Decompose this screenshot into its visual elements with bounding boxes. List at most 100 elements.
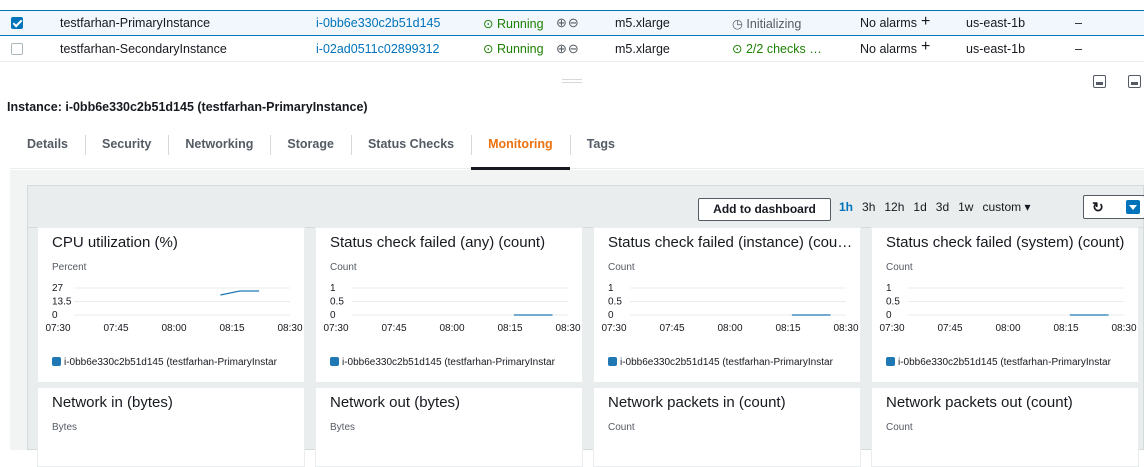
metric-unit: Count — [608, 422, 635, 433]
metric-unit: Bytes — [330, 422, 356, 433]
tab-networking[interactable]: Networking — [168, 121, 270, 169]
legend-item[interactable]: i-0bb6e330c2b51d145 (testfarhan-PrimaryI… — [52, 357, 300, 368]
instance-name: testfarhan-PrimaryInstance — [60, 16, 211, 30]
public-ip: – — [1075, 41, 1082, 56]
range-3h[interactable]: 3h — [862, 200, 875, 214]
tab-security[interactable]: Security — [85, 121, 168, 169]
x-tick-label: 08:15 — [219, 323, 244, 334]
tab-details[interactable]: Details — [10, 121, 85, 169]
plus-icon[interactable]: + — [921, 38, 930, 56]
row-checkbox[interactable] — [11, 17, 23, 29]
legend-item[interactable]: i-0bb6e330c2b51d145 (testfarhan-PrimaryI… — [886, 357, 1134, 368]
range-3d[interactable]: 3d — [936, 200, 949, 214]
instance-row-primary[interactable]: testfarhan-PrimaryInstance i-0bb6e330c2b… — [0, 10, 1144, 36]
instance-state: ⊙ Running — [483, 42, 544, 56]
alarm-status: No alarms — [860, 16, 917, 30]
resize-handle[interactable] — [562, 79, 582, 83]
add-to-dashboard-button[interactable]: Add to dashboard — [698, 198, 831, 221]
tab-status-checks[interactable]: Status Checks — [350, 121, 471, 169]
metric-title: Network out (bytes) — [330, 394, 461, 411]
metric-chart: 27 13.5 0 07:30 07:45 08:00 08:15 08:30 — [45, 283, 302, 334]
legend-swatch — [886, 357, 895, 366]
alarm-status: No alarms — [860, 41, 917, 56]
zoom-icons[interactable]: ⊕⊖ — [556, 15, 580, 31]
details-tabs: Details Security Networking Storage Stat… — [10, 121, 1144, 170]
x-tick-label: 08:00 — [161, 323, 186, 334]
metric-chart: 1 0.5 0 07:30 07:45 08:00 08:15 08:30 — [601, 283, 858, 334]
x-tick-label: 08:30 — [833, 323, 858, 334]
x-tick-label: 07:30 — [45, 323, 70, 334]
metric-unit: Bytes — [52, 422, 78, 433]
metric-title: Network packets out (count) — [886, 394, 1073, 411]
x-tick-label: 08:00 — [995, 323, 1020, 334]
range-1h[interactable]: 1h — [839, 200, 853, 214]
x-tick-label: 08:30 — [1111, 323, 1136, 334]
x-tick-label: 07:45 — [659, 323, 684, 334]
range-1w[interactable]: 1w — [958, 200, 973, 214]
public-ip: – — [1075, 16, 1082, 30]
y-tick-label: 13.5 — [52, 297, 72, 308]
metric-card[interactable]: Status check failed (any) (count) Count 1 0… — [315, 227, 583, 383]
tab-storage[interactable]: Storage — [270, 121, 351, 169]
legend-item[interactable]: i-0bb6e330c2b51d145 (testfarhan-PrimaryI… — [608, 357, 856, 368]
check-circle-icon: ⊙ — [483, 16, 494, 31]
x-tick-label: 08:15 — [497, 323, 522, 334]
instance-name: testfarhan-SecondaryInstance — [60, 41, 227, 56]
legend-label: i-0bb6e330c2b51d145 (testfarhan-PrimaryI… — [898, 357, 1111, 368]
x-tick-label: 08:00 — [717, 323, 742, 334]
x-tick-label: 08:15 — [1053, 323, 1078, 334]
metric-card[interactable]: Status check failed (system) (count) Coun… — [871, 227, 1139, 383]
plus-icon[interactable]: + — [921, 13, 930, 31]
metric-card[interactable]: Status check failed (instance) (cou… Coun… — [593, 227, 861, 383]
range-1d[interactable]: 1d — [913, 200, 926, 214]
legend-swatch — [330, 357, 339, 366]
metric-chart: 1 0.5 0 07:30 07:45 08:00 08:15 08:30 — [323, 283, 580, 334]
tab-monitoring[interactable]: Monitoring — [471, 121, 570, 170]
legend-swatch — [52, 357, 61, 366]
metric-card[interactable]: Network packets in (count) Count — [593, 387, 861, 467]
instance-row-secondary[interactable]: testfarhan-SecondaryInstance i-02ad0511c… — [0, 36, 1144, 62]
instance-type: m5.xlarge — [615, 41, 670, 56]
refresh-icon[interactable]: ↻ — [1092, 199, 1104, 216]
y-tick-label: 1 — [886, 283, 892, 294]
series-line[interactable] — [220, 290, 260, 296]
zoom-icons[interactable]: ⊕⊖ — [556, 41, 580, 57]
tab-tags[interactable]: Tags — [569, 121, 632, 169]
instance-id-link[interactable]: i-02ad0511c02899312 — [316, 42, 440, 56]
legend-label: i-0bb6e330c2b51d145 (testfarhan-PrimaryI… — [64, 357, 277, 368]
y-tick-label: 0 — [52, 310, 58, 321]
legend-item[interactable]: i-0bb6e330c2b51d145 (testfarhan-PrimaryI… — [330, 357, 578, 368]
x-tick-label: 08:30 — [277, 323, 302, 334]
split-panel-icon[interactable] — [1093, 75, 1106, 88]
metric-card[interactable]: Network in (bytes) Bytes — [37, 387, 305, 467]
legend-swatch — [608, 357, 617, 366]
split-panel-side-icon[interactable] — [1128, 75, 1141, 88]
refresh-control[interactable]: ↻ — [1083, 195, 1144, 219]
x-tick-label: 07:30 — [879, 323, 904, 334]
x-tick-label: 07:45 — [937, 323, 962, 334]
check-circle-icon: ⊙ — [483, 42, 494, 56]
availability-zone: us-east-1b — [966, 41, 1026, 56]
legend-label: i-0bb6e330c2b51d145 (testfarhan-PrimaryI… — [342, 357, 555, 368]
check-circle-icon: ⊙ — [732, 42, 743, 56]
x-tick-label: 07:30 — [323, 323, 348, 334]
metric-card[interactable]: CPU utilization (%) Percent 27 13.5 0 07:30 07… — [37, 227, 305, 383]
instance-state: ⊙ Running — [483, 16, 544, 31]
caret-down-icon[interactable] — [1126, 200, 1140, 214]
range-12h[interactable]: 12h — [884, 200, 904, 214]
metric-unit: Count — [886, 422, 913, 433]
instance-details-title: Instance: i-0bb6e330c2b51d145 (testfarha… — [7, 100, 368, 114]
y-tick-label: 1 — [608, 283, 614, 294]
clock-icon: ◷ — [732, 16, 743, 31]
status-check: ◷ Initializing — [732, 16, 802, 31]
legend-label: i-0bb6e330c2b51d145 (testfarhan-PrimaryI… — [620, 357, 833, 368]
range-custom[interactable]: custom ▾ — [982, 200, 1030, 214]
x-tick-label: 07:45 — [381, 323, 406, 334]
y-tick-label: 0.5 — [330, 297, 344, 308]
instance-id-link[interactable]: i-0bb6e330c2b51d145 — [316, 16, 440, 30]
metric-card[interactable]: Network out (bytes) Bytes — [315, 387, 583, 467]
row-checkbox[interactable] — [11, 42, 23, 55]
metric-card[interactable]: Network packets out (count) Count — [871, 387, 1139, 467]
metric-chart: 1 0.5 0 07:30 07:45 08:00 08:15 08:30 — [879, 283, 1136, 334]
x-tick-label: 08:00 — [439, 323, 464, 334]
